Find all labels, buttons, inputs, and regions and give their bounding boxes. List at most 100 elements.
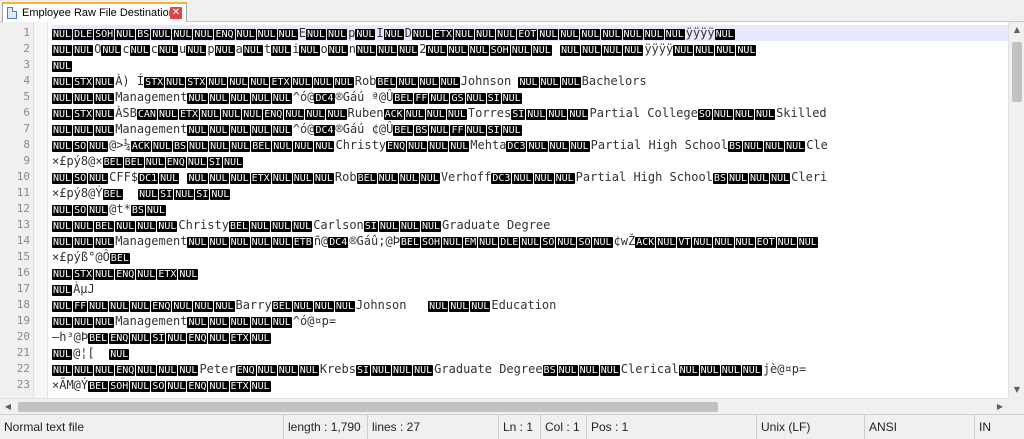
control-char-badge: SI	[207, 157, 222, 168]
control-char-badge: NUL	[52, 173, 73, 184]
line-number: 9	[23, 154, 30, 167]
scroll-up-icon[interactable]: ▲	[1009, 22, 1024, 38]
control-char-badge: BEL	[251, 141, 272, 152]
control-char-badge: NUL	[178, 365, 199, 376]
text-line[interactable]: NUL SO NUL @>¼ACK NUL BS NUL NUL NUL BEL NUL NUL NUL…	[52, 137, 828, 153]
text-line[interactable]: ×£pýß°@ÔBEL	[52, 249, 131, 265]
text-line[interactable]: NUL NUL BEL NUL NUL NUL ChristyBEL NUL NUL NUL Car…	[52, 217, 550, 233]
control-char-badge: SO	[73, 141, 88, 152]
line-number: 16	[16, 266, 30, 279]
control-char-badge: NUL	[554, 173, 575, 184]
control-char-badge: NUL	[560, 45, 581, 56]
line-number: 13	[16, 218, 30, 231]
scroll-down-icon[interactable]: ▼	[1009, 382, 1024, 398]
control-char-badge: NUL	[712, 109, 733, 120]
control-char-badge: NUL	[166, 381, 187, 392]
control-char-badge: NUL	[518, 77, 539, 88]
text-line[interactable]: NUL NUL NUL ManagementNUL NUL NUL NUL NUL ^ó@DC4…	[52, 89, 523, 105]
close-icon[interactable]: ✕	[170, 7, 182, 19]
control-char-badge: SO	[577, 237, 592, 248]
control-char-badge: NUL	[419, 173, 440, 184]
text-line[interactable]: NUL NUL NUL ManagementNUL NUL NUL NUL NUL ^ó@DC4…	[52, 121, 523, 137]
scroll-right-icon[interactable]: ▶	[992, 399, 1008, 415]
control-char-badge: SI	[363, 221, 378, 232]
control-char-badge: STX	[73, 269, 94, 280]
status-encoding[interactable]: ANSI	[865, 415, 975, 439]
control-char-badge: NUL	[151, 141, 172, 152]
text-line[interactable]: NUL NUL NUL ManagementNUL NUL NUL NUL NUL ^ó@¤p=	[52, 313, 336, 329]
tab-employee-raw-file[interactable]: Employee Raw File Destination ✕	[2, 2, 187, 22]
control-char-badge: NUL	[465, 125, 486, 136]
control-char-badge: NUL	[580, 29, 601, 40]
control-char-badge: NUL	[770, 173, 791, 184]
file-icon	[7, 7, 17, 19]
control-char-badge: NUL	[501, 125, 522, 136]
text-segment: ®Gáû;@Þ	[349, 234, 400, 248]
control-char-badge: NUL	[88, 205, 109, 216]
horizontal-scrollbar[interactable]: ◀ ▶	[0, 398, 1008, 414]
text-line[interactable]: NUL DLE SOH NUL BS NUL NUL NUL ENQ NUL NUL NUL ENUL N…	[52, 25, 1008, 41]
text-line[interactable]: ×ÃM@ÝBEL SOH NUL SO NUL ENQ NUL ETX NUL	[52, 377, 272, 393]
text-line[interactable]: NUL STX NUL ÀSBCAN NUL ETX NUL NUL NUL ENQ NUL NUL N…	[52, 105, 827, 121]
text-segment: n	[348, 42, 357, 56]
control-char-badge: BEL	[356, 173, 377, 184]
control-char-badge: NUL	[378, 221, 399, 232]
control-char-badge: NUL	[151, 29, 172, 40]
control-char-badge: BEL	[94, 221, 115, 232]
control-char-badge: NUL	[73, 45, 94, 56]
control-char-badge: NUL	[130, 301, 151, 312]
vertical-scrollbar[interactable]: ▲ ▼	[1008, 22, 1024, 398]
control-char-badge: BEL	[88, 381, 109, 392]
control-char-badge: NUL	[465, 93, 486, 104]
control-char-badge: BS	[172, 141, 188, 152]
control-char-badge: ETX	[432, 29, 454, 40]
control-char-badge: NUL	[129, 45, 150, 56]
text-line[interactable]: NUL ÀµJ	[52, 281, 95, 297]
control-char-badge: NUL	[601, 29, 622, 40]
control-char-badge: NUL	[94, 109, 115, 120]
text-content[interactable]: NUL DLE SOH NUL BS NUL NUL NUL ENQ NUL NUL NUL ENUL N…	[52, 22, 1008, 398]
control-char-badge: ENQ	[115, 365, 136, 376]
scroll-left-icon[interactable]: ◀	[0, 399, 16, 415]
status-eol-format[interactable]: Unix (LF)	[757, 415, 865, 439]
control-char-badge: BS	[136, 29, 151, 40]
control-char-badge: NUL	[209, 141, 230, 152]
control-char-badge: NUL	[733, 109, 755, 120]
text-segment: ×£pýß°@Ô	[52, 250, 110, 264]
text-line[interactable]: NUL NUL NUL ManagementNUL NUL NUL NUL NUL ETB ñ@D…	[52, 233, 819, 249]
text-line[interactable]: NUL NUL NUL ENQ NUL NUL NUL PeterENQ NUL NUL NUL Kr…	[52, 361, 806, 377]
text-line[interactable]: NUL SO NUL CFF$DC1 NUL NUL NUL NUL ETX NUL NUL NUL…	[52, 169, 827, 185]
vertical-scroll-thumb[interactable]	[1012, 42, 1022, 102]
text-line[interactable]: ×£pý8@×BEL BEL NUL ENQ NUL SI NUL	[52, 153, 244, 169]
text-segment: Johnson	[355, 298, 429, 312]
text-segment: Management	[115, 122, 188, 136]
control-char-badge: NUL	[326, 109, 347, 120]
text-segment	[124, 186, 138, 200]
text-line[interactable]: ×£pý8@ÝBEL NUL SI NUL SI NUL	[52, 185, 231, 201]
control-char-badge: NUL	[568, 109, 589, 120]
control-char-badge: NUL	[94, 365, 115, 376]
text-line[interactable]: —h³@ÞBEL ENQ NUL SI NUL ENQ NUL ETX NUL	[52, 329, 272, 345]
status-position: Pos : 1	[587, 415, 757, 439]
control-char-badge: NUL	[208, 237, 229, 248]
control-char-badge: NUL	[174, 189, 195, 200]
horizontal-scroll-thumb[interactable]	[18, 402, 718, 412]
control-char-badge: NUL	[229, 93, 250, 104]
text-line[interactable]: NUL SO NUL @t*BS NUL	[52, 201, 167, 217]
text-line[interactable]: NUL STX NUL ENQ NUL ETX NUL	[52, 265, 199, 281]
control-char-badge: NUL	[299, 45, 320, 56]
control-char-badge: BS	[712, 173, 727, 184]
control-char-badge: NUL	[602, 45, 623, 56]
line-number: 20	[16, 330, 30, 343]
text-segment: I	[376, 26, 384, 40]
text-line[interactable]: NUL	[52, 57, 73, 73]
text-line[interactable]: NUL FF NUL NUL NUL ENQ NUL NUL NUL BarryBEL NUL NUL…	[52, 297, 556, 313]
text-line[interactable]: NUL STX NUL À) ÍSTX NUL STX NUL NUL NUL ETX NUL NUL…	[52, 73, 647, 89]
editor-area[interactable]: 1 2 3 4 5 6 7 8 9 10 11 12 13 14 15 16 17 18 19 20 21 22 23 NU…	[0, 22, 1008, 398]
control-char-badge: NUL	[208, 381, 229, 392]
text-line[interactable]: NUL @¦[ NUL	[52, 345, 130, 361]
text-segment: ×£pý8@Ý	[52, 186, 103, 200]
text-segment	[553, 42, 560, 56]
scrollbar-corner	[1008, 398, 1024, 414]
text-line[interactable]: NUL NUL ONUL cNUL cNUL uNUL pNUL aNUL tNUL iNUL oN…	[52, 41, 757, 57]
